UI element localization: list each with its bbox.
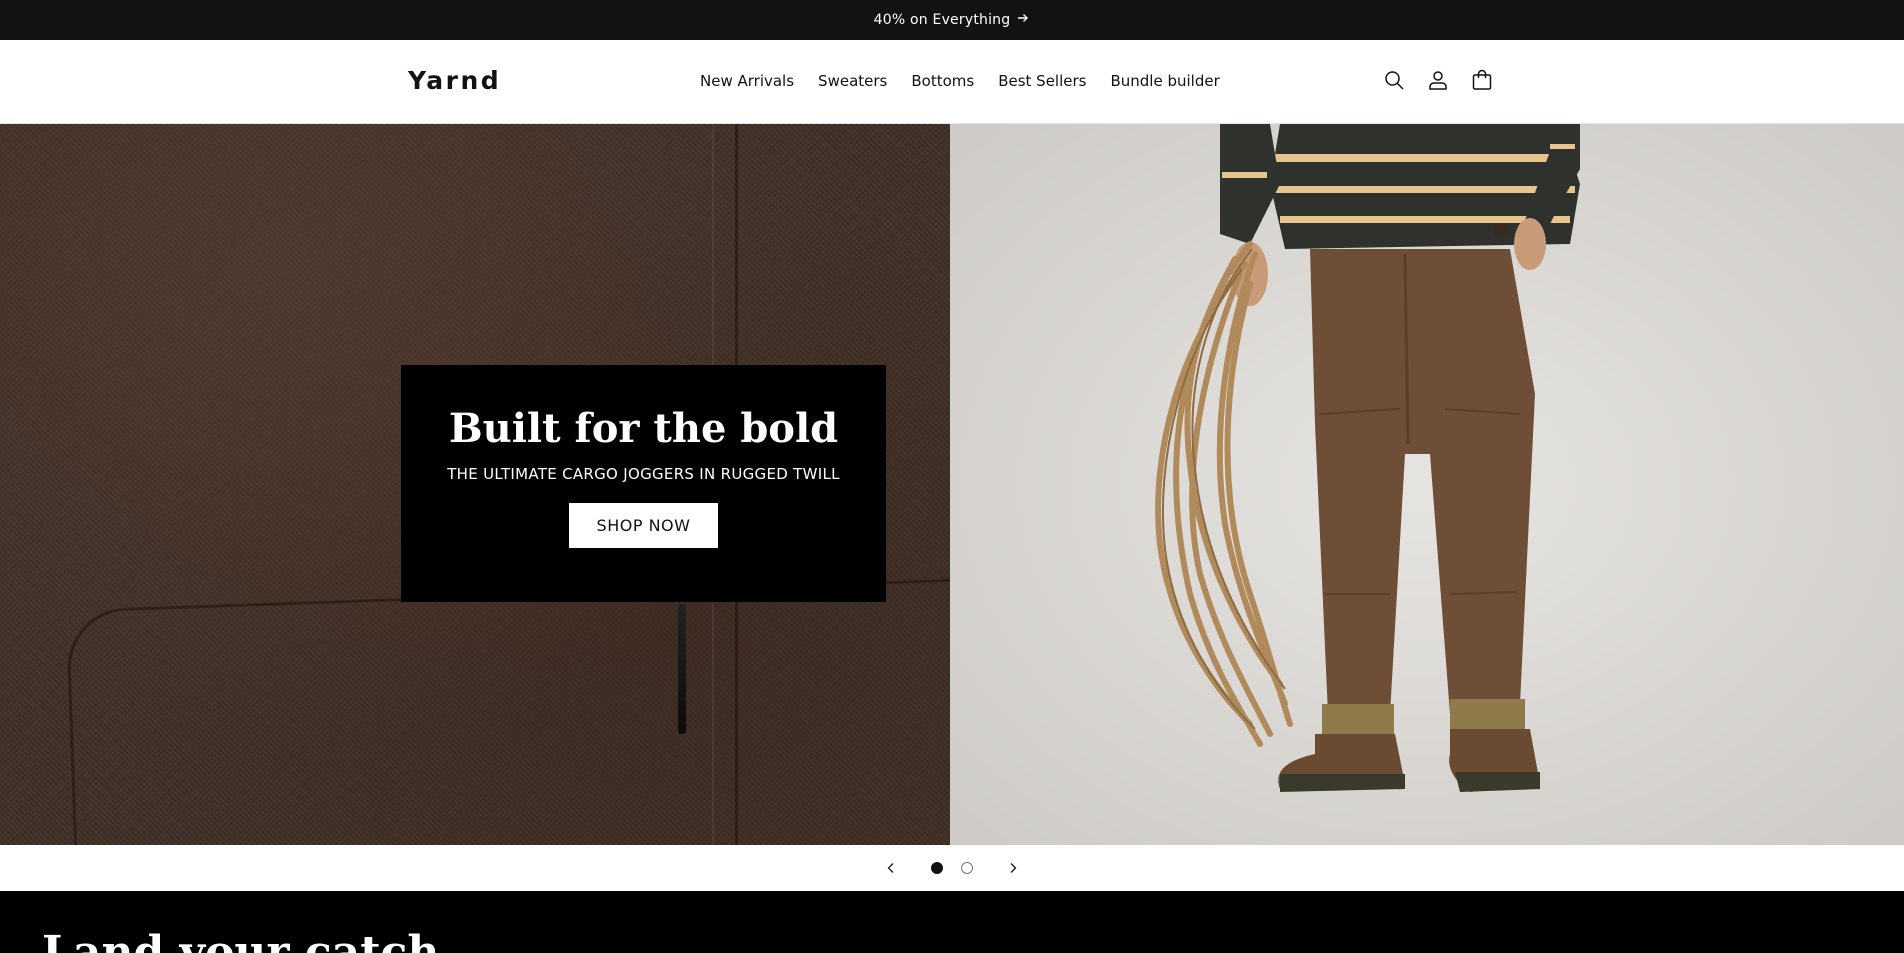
site-header: Yarnd New Arrivals Sweaters Bottoms Best… bbox=[0, 40, 1904, 124]
search-icon[interactable] bbox=[1382, 68, 1406, 92]
shop-now-button[interactable]: SHOP NOW bbox=[569, 503, 718, 548]
account-icon[interactable] bbox=[1426, 68, 1450, 92]
arrow-right-icon bbox=[1016, 11, 1030, 29]
nav-item-sweaters[interactable]: Sweaters bbox=[818, 72, 887, 90]
hero-title: Built for the bold bbox=[448, 405, 839, 452]
site-logo[interactable]: Yarnd bbox=[408, 66, 501, 95]
header-icons bbox=[1382, 68, 1494, 92]
hero-slideshow: Built for the bold THE ULTIMATE CARGO JO… bbox=[0, 124, 1904, 845]
main-nav: New Arrivals Sweaters Bottoms Best Selle… bbox=[700, 72, 1220, 90]
announcement-bar: 40% on Everything bbox=[0, 0, 1904, 40]
section-heading: Land your catch bbox=[42, 927, 440, 953]
hero-subtitle: THE ULTIMATE CARGO JOGGERS IN RUGGED TWI… bbox=[447, 465, 840, 483]
slider-dots bbox=[931, 862, 973, 874]
model-illustration bbox=[1155, 124, 1580, 792]
hero-banner-box: Built for the bold THE ULTIMATE CARGO JO… bbox=[401, 365, 886, 602]
nav-item-bundle-builder[interactable]: Bundle builder bbox=[1110, 72, 1219, 90]
slider-controls bbox=[0, 845, 1904, 891]
announcement-link[interactable]: 40% on Everything bbox=[874, 11, 1031, 29]
nav-item-best-sellers[interactable]: Best Sellers bbox=[998, 72, 1086, 90]
chevron-right-icon[interactable] bbox=[991, 846, 1035, 890]
chevron-left-icon[interactable] bbox=[869, 846, 913, 890]
announcement-text: 40% on Everything bbox=[873, 12, 1011, 28]
featured-section: Land your catch bbox=[0, 891, 1904, 953]
slide-dot-2[interactable] bbox=[961, 862, 973, 874]
nav-item-bottoms[interactable]: Bottoms bbox=[911, 72, 974, 90]
cart-icon[interactable] bbox=[1470, 68, 1494, 92]
zipper-pull bbox=[678, 604, 686, 734]
hero-image-model-with-rope bbox=[950, 124, 1904, 845]
fabric-pocket bbox=[65, 578, 975, 845]
slide-dot-1[interactable] bbox=[931, 862, 943, 874]
nav-item-new-arrivals[interactable]: New Arrivals bbox=[700, 72, 794, 90]
